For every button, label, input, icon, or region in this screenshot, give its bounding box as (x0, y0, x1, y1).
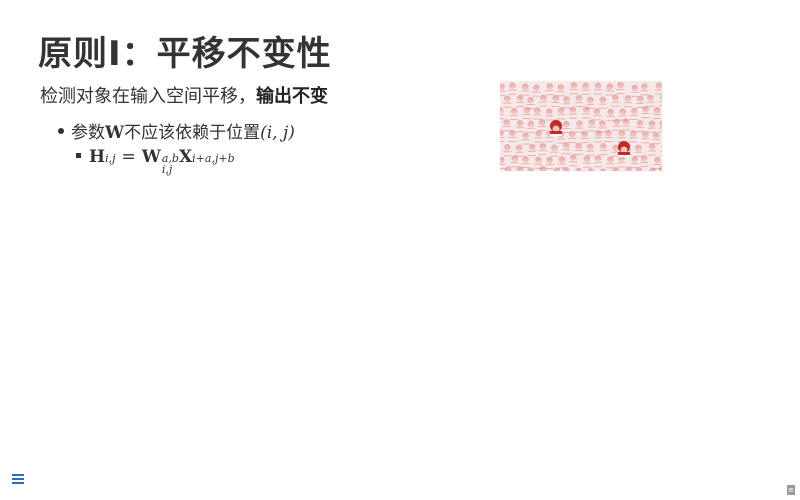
formula-X: X (178, 147, 193, 167)
formula-H: H (89, 147, 106, 167)
sub-bullet-square (76, 153, 81, 158)
bullet-dot (58, 128, 64, 134)
bullet-item: 参数 W 不应该依赖于位置 (i, j) (58, 118, 295, 143)
symbol-W: W (105, 123, 125, 143)
formula-W-indices: a,b i,j (162, 153, 179, 175)
formula-W: W (141, 147, 161, 167)
formula-X-sub: i+a,j+b (192, 152, 235, 165)
slide-subtitle: 检测对象在输入空间平移，输出不变 (40, 82, 328, 108)
slide-title: 原则I：平移不变性 (38, 34, 332, 74)
highlight-figure-1 (550, 120, 562, 136)
crowd-image (500, 81, 662, 171)
formula-W-sub: i,j (161, 163, 173, 176)
formula-equals: = (121, 147, 136, 167)
formula-H-sub: i,j (105, 152, 116, 165)
subtitle-text: 检测对象在输入空间平移， (40, 86, 256, 107)
bullet-text-after: 不应该依赖于位置 (124, 123, 261, 143)
crowd-image-svg (500, 81, 662, 171)
page-icon[interactable]: ≡ (787, 485, 795, 495)
bullet-text-before: 参数 (71, 123, 105, 143)
position-symbol: (i, j) (260, 123, 295, 143)
formula-item: Hi,j = Wa,b i,j Xi+a,j+b (76, 147, 295, 175)
subtitle-emphasis: 输出不变 (256, 86, 328, 107)
highlight-figure-2 (618, 141, 630, 157)
bullet-list: 参数 W 不应该依赖于位置 (i, j) Hi,j = Wa,b i,j Xi+a… (58, 118, 295, 175)
menu-icon[interactable] (12, 474, 24, 485)
